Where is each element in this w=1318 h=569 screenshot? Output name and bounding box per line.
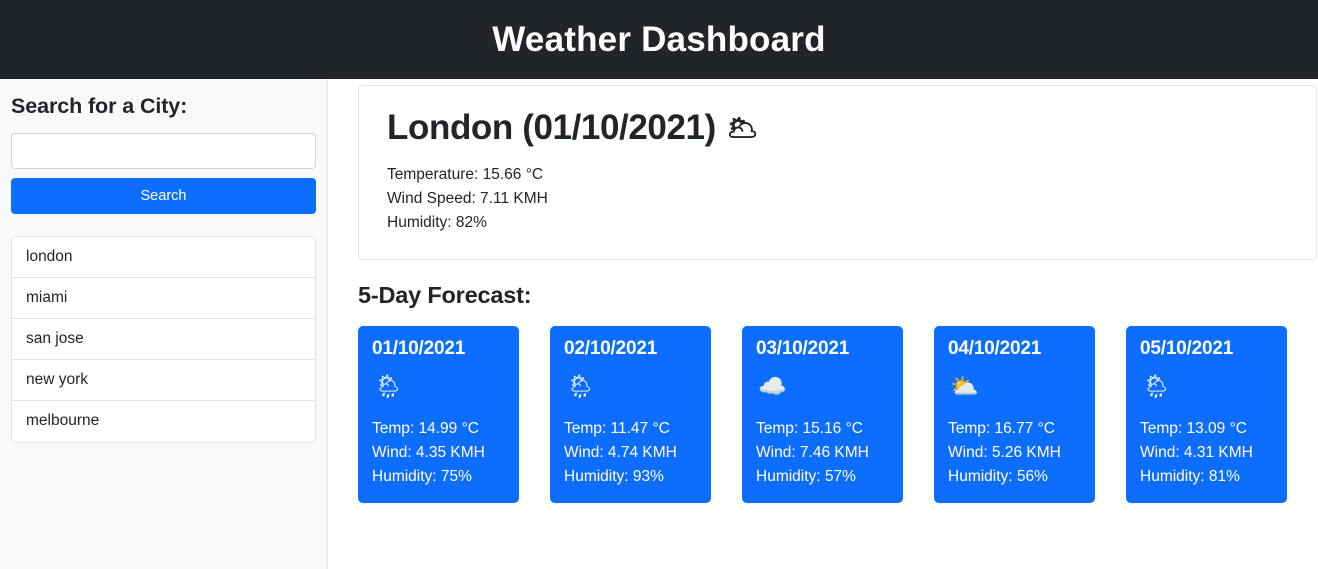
forecast-humidity: Humidity: 75% (372, 468, 472, 486)
forecast-wind: Wind: 4.31 KMH (1140, 444, 1253, 462)
rain-with-sun-icon: 🌦 (1142, 373, 1172, 400)
forecast-date: 05/10/2021 (1140, 338, 1234, 360)
forecast-temp: Temp: 13.09 °C (1140, 420, 1248, 438)
forecast-wind: Wind: 7.46 KMH (756, 444, 869, 462)
forecast-date: 04/10/2021 (948, 338, 1042, 360)
site-header: Weather Dashboard (0, 0, 1318, 79)
current-humidity: Humidity: 82% (387, 214, 487, 232)
forecast-temp: Temp: 11.47 °C (564, 420, 670, 438)
forecast-humidity: Humidity: 57% (756, 468, 856, 486)
forecast-card-list: 01/10/2021 🌦 Temp: 14.99 °C Wind: 4.35 K… (358, 326, 1318, 504)
forecast-stats: Temp: 16.77 °C Wind: 5.26 KMH Humidity: … (948, 417, 1081, 489)
search-button[interactable]: Search (11, 177, 316, 214)
broken-clouds-icon: 🌥 (726, 113, 759, 142)
current-temperature: Temperature: 15.66 °C (387, 166, 544, 184)
forecast-date: 03/10/2021 (756, 338, 850, 360)
current-weather-panel: London (01/10/2021) 🌥 Temperature: 15.66… (358, 85, 1317, 261)
search-heading: Search for a City: (11, 94, 188, 118)
forecast-wind: Wind: 4.74 KMH (564, 444, 677, 462)
rain-with-sun-icon: 🌦 (566, 373, 596, 400)
city-history-list: london miami san jose new york melbourne (11, 235, 316, 443)
list-item[interactable]: london (12, 236, 315, 278)
forecast-card: 05/10/2021 🌦 Temp: 13.09 °C Wind: 4.31 K… (1126, 326, 1287, 504)
forecast-card: 02/10/2021 🌦 Temp: 11.47 °C Wind: 4.74 K… (550, 326, 711, 504)
cloud-icon: ☁️ (758, 373, 787, 400)
list-item[interactable]: new york (12, 359, 315, 401)
forecast-temp: Temp: 16.77 °C (948, 420, 1056, 438)
forecast-humidity: Humidity: 93% (564, 468, 664, 486)
sidebar: Search for a City: Search london miami s… (0, 79, 328, 569)
current-wind-speed: Wind Speed: 7.11 KMH (387, 190, 548, 208)
main-content: London (01/10/2021) 🌥 Temperature: 15.66… (328, 79, 1318, 569)
page-body: Search for a City: Search london miami s… (0, 79, 1318, 569)
forecast-humidity: Humidity: 81% (1140, 468, 1240, 486)
sun-behind-cloud-icon: ⛅ (950, 373, 979, 400)
forecast-heading: 5-Day Forecast: (358, 282, 532, 309)
search-input[interactable] (11, 132, 316, 169)
current-weather-title: London (01/10/2021) 🌥 (387, 108, 1288, 148)
forecast-card: 03/10/2021 ☁️ Temp: 15.16 °C Wind: 7.46 … (742, 326, 903, 504)
forecast-temp: Temp: 14.99 °C (372, 420, 480, 438)
forecast-stats: Temp: 13.09 °C Wind: 4.31 KMH Humidity: … (1140, 417, 1273, 489)
forecast-temp: Temp: 15.16 °C (756, 420, 864, 438)
forecast-stats: Temp: 14.99 °C Wind: 4.35 KMH Humidity: … (372, 417, 505, 489)
forecast-card: 01/10/2021 🌦 Temp: 14.99 °C Wind: 4.35 K… (358, 326, 519, 504)
forecast-humidity: Humidity: 56% (948, 468, 1048, 486)
forecast-wind: Wind: 5.26 KMH (948, 444, 1061, 462)
forecast-date: 01/10/2021 (372, 338, 466, 360)
current-weather-stats: Temperature: 15.66 °C Wind Speed: 7.11 K… (387, 163, 1288, 235)
current-weather-title-text: London (01/10/2021) (387, 108, 716, 147)
forecast-date: 02/10/2021 (564, 338, 658, 360)
forecast-stats: Temp: 11.47 °C Wind: 4.74 KMH Humidity: … (564, 417, 697, 489)
list-item[interactable]: melbourne (12, 400, 315, 442)
forecast-card: 04/10/2021 ⛅ Temp: 16.77 °C Wind: 5.26 K… (934, 326, 1095, 504)
page-title: Weather Dashboard (492, 20, 826, 59)
list-item[interactable]: miami (12, 277, 315, 319)
forecast-stats: Temp: 15.16 °C Wind: 7.46 KMH Humidity: … (756, 417, 889, 489)
forecast-wind: Wind: 4.35 KMH (372, 444, 485, 462)
rain-with-sun-icon: 🌦 (374, 373, 404, 400)
list-item[interactable]: san jose (12, 318, 315, 360)
